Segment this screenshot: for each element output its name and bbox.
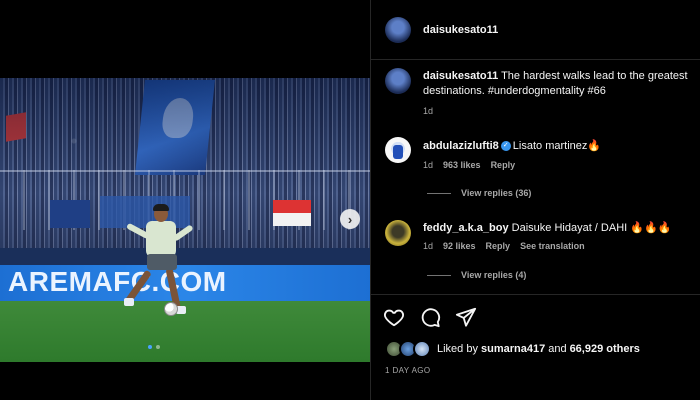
post-header: daisukesato11 (371, 0, 700, 60)
heart-icon[interactable] (383, 306, 405, 328)
see-translation-button[interactable]: See translation (520, 241, 585, 251)
author-avatar[interactable] (385, 17, 411, 43)
carousel-next-button[interactable]: › (340, 209, 360, 229)
share-icon[interactable] (455, 306, 477, 328)
view-replies-label: View replies (36) (461, 188, 532, 198)
likes-user[interactable]: sumarna417 (481, 343, 545, 355)
comment-age: 1d (423, 160, 434, 170)
post-photo[interactable]: AREMAFC.COM (0, 78, 370, 362)
author-username[interactable]: daisukesato11 (423, 24, 498, 36)
comment: abdulazizlufti8 ✓ Lisato martinez🔥 (423, 139, 601, 152)
likes-middle: and (548, 343, 567, 355)
comment-meta: 1d 963 likes Reply (423, 160, 515, 170)
comment-age: 1d (423, 241, 434, 251)
post-details-panel: daisukesato11 daisukesato11 The hardest … (370, 0, 700, 400)
comment-avatar[interactable] (385, 137, 411, 163)
caption-meta: 1d (423, 106, 433, 116)
likes-prefix: Liked by (437, 343, 478, 355)
post-actions (383, 306, 477, 328)
football-player (118, 204, 198, 326)
carousel-dots (148, 345, 160, 349)
caption-username[interactable]: daisukesato11 (423, 70, 498, 82)
likes-summary: Liked by sumarna417 and 66,929 others (385, 340, 640, 358)
comment-text: Daisuke Hidayat / DAHI 🔥🔥🔥 (511, 222, 672, 234)
comment-text: Lisato martinez🔥 (512, 140, 602, 152)
football (164, 302, 178, 316)
stadium-flag (273, 200, 311, 226)
view-replies-label: View replies (4) (461, 270, 527, 280)
caption-avatar[interactable] (385, 68, 411, 94)
chevron-right-icon: › (347, 211, 353, 227)
replies-line (427, 274, 451, 276)
post-media: AREMAFC.COM › (0, 0, 370, 400)
comment-reply-button[interactable]: Reply (486, 241, 511, 251)
actions-divider (371, 294, 700, 295)
comment: feddy_a.k.a_boy Daisuke Hidayat / DAHI 🔥… (423, 221, 671, 234)
liker-avatar (413, 340, 431, 358)
replies-line (427, 192, 451, 194)
comment-reply-button[interactable]: Reply (491, 160, 516, 170)
post-timestamp[interactable]: 1 DAY AGO (385, 366, 431, 375)
carousel-dot[interactable] (148, 345, 152, 349)
view-replies-button[interactable]: View replies (4) (427, 270, 526, 280)
comment-username[interactable]: feddy_a.k.a_boy (423, 222, 509, 234)
stadium-banner (50, 200, 90, 228)
post-caption: daisukesato11 The hardest walks lead to … (423, 69, 700, 99)
view-replies-button[interactable]: View replies (36) (427, 188, 531, 198)
verified-badge-icon: ✓ (500, 141, 511, 152)
comment-icon[interactable] (419, 306, 441, 328)
likes-others[interactable]: 66,929 others (570, 343, 640, 355)
comment-avatar[interactable] (385, 220, 411, 246)
carousel-dot[interactable] (156, 345, 160, 349)
comment-meta: 1d 92 likes Reply See translation (423, 241, 585, 251)
comment-username[interactable]: abdulazizlufti8 (423, 140, 499, 152)
comment-likes[interactable]: 963 likes (443, 160, 481, 170)
liker-avatars[interactable] (385, 340, 431, 358)
caption-age: 1d (423, 106, 434, 116)
comment-likes[interactable]: 92 likes (443, 241, 476, 251)
